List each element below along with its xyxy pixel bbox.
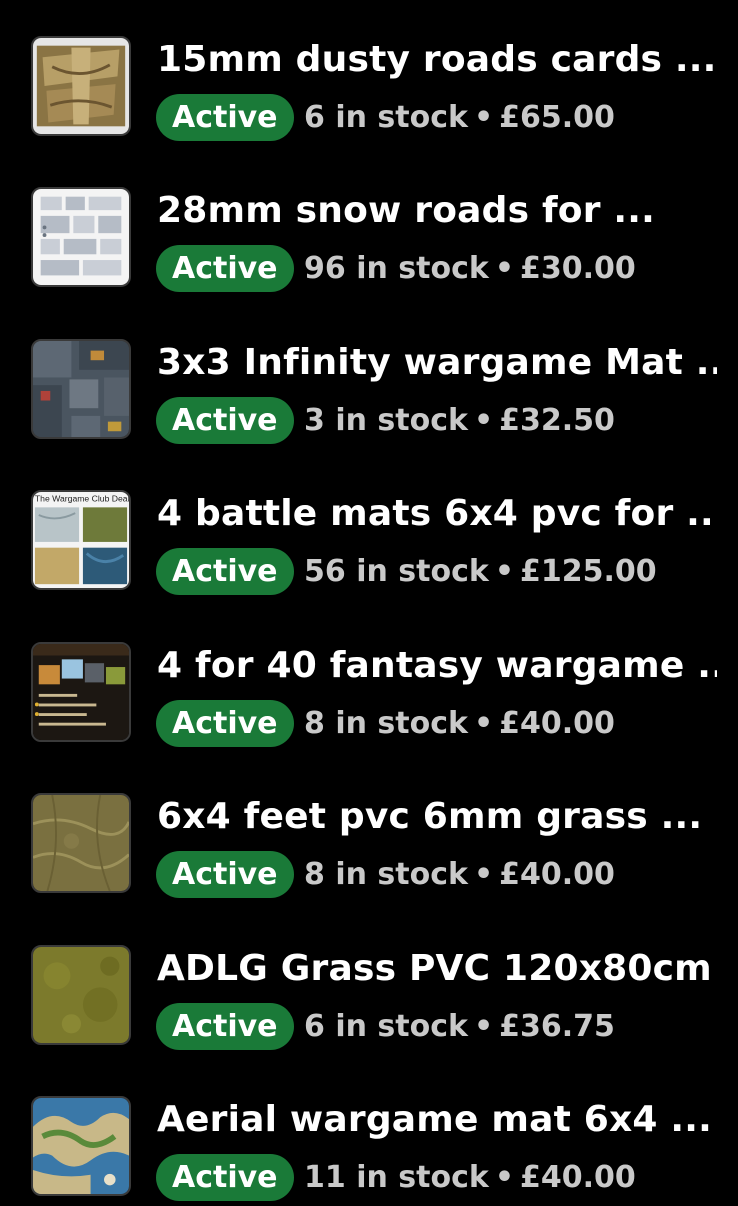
price: £40.00 bbox=[499, 857, 615, 892]
stock-count: 96 in stock bbox=[304, 251, 489, 286]
listing-meta: 8 in stock • £40.00 bbox=[304, 700, 615, 747]
status-badge: Active bbox=[156, 94, 294, 141]
status-badge: Active bbox=[156, 700, 294, 747]
stock-count: 8 in stock bbox=[304, 857, 468, 892]
price: £30.00 bbox=[520, 251, 636, 286]
status-badge: Active bbox=[156, 1154, 294, 1201]
listing-title[interactable]: 28mm snow roads for ... bbox=[157, 189, 717, 233]
snow-roads-image bbox=[33, 189, 129, 285]
listing-row[interactable]: The Wargame Club Deal 4 battle mats 6x4 … bbox=[0, 490, 738, 600]
separator-dot: • bbox=[494, 1160, 515, 1195]
listing-thumbnail[interactable] bbox=[31, 793, 131, 893]
listing-row[interactable]: ADLG Grass PVC 120x80cm Active 6 in stoc… bbox=[0, 945, 738, 1055]
price: £125.00 bbox=[520, 554, 657, 589]
listing-title[interactable]: ADLG Grass PVC 120x80cm bbox=[157, 947, 717, 991]
listing-title[interactable]: 15mm dusty roads cards ... bbox=[157, 38, 717, 82]
thumbnail-caption: The Wargame Club Deal bbox=[35, 494, 129, 504]
listing-row[interactable]: 6x4 feet pvc 6mm grass ... Active 8 in s… bbox=[0, 793, 738, 903]
infinity-city-image bbox=[33, 341, 129, 437]
listing-title[interactable]: 4 for 40 fantasy wargame ... bbox=[157, 644, 717, 688]
listing-thumbnail[interactable] bbox=[31, 187, 131, 287]
separator-dot: • bbox=[494, 554, 515, 589]
separator-dot: • bbox=[494, 251, 515, 286]
price: £40.00 bbox=[520, 1160, 636, 1195]
price: £32.50 bbox=[499, 403, 615, 438]
listing-row[interactable]: 3x3 Infinity wargame Mat ... Active 3 in… bbox=[0, 339, 738, 449]
listing-title[interactable]: 4 battle mats 6x4 pvc for ... bbox=[157, 492, 717, 536]
listing-title[interactable]: Aerial wargame mat 6x4 ... bbox=[157, 1098, 717, 1142]
listing-thumbnail[interactable] bbox=[31, 945, 131, 1045]
fantasy-mats-promo-image bbox=[33, 644, 129, 740]
status-badge: Active bbox=[156, 397, 294, 444]
listing-row[interactable]: 4 for 40 fantasy wargame ... Active 8 in… bbox=[0, 642, 738, 752]
listing-row[interactable]: Aerial wargame mat 6x4 ... Active 11 in … bbox=[0, 1096, 738, 1206]
adlg-grass-image bbox=[33, 947, 129, 1043]
status-badge: Active bbox=[156, 245, 294, 292]
listing-title[interactable]: 6x4 feet pvc 6mm grass ... bbox=[157, 795, 717, 839]
listing-title[interactable]: 3x3 Infinity wargame Mat ... bbox=[157, 341, 717, 385]
stock-count: 11 in stock bbox=[304, 1160, 489, 1195]
grass-mat-image bbox=[33, 795, 129, 891]
aerial-coast-image bbox=[33, 1098, 129, 1194]
status-badge: Active bbox=[156, 1003, 294, 1050]
listing-row[interactable]: 28mm snow roads for ... Active 96 in sto… bbox=[0, 187, 738, 297]
listing-meta: 96 in stock • £30.00 bbox=[304, 245, 636, 292]
listing-thumbnail[interactable] bbox=[31, 36, 131, 136]
listing-thumbnail[interactable] bbox=[31, 339, 131, 439]
stock-count: 6 in stock bbox=[304, 100, 468, 135]
battle-mats-collage-image: The Wargame Club Deal bbox=[33, 492, 129, 588]
listing-meta: 6 in stock • £65.00 bbox=[304, 94, 615, 141]
status-badge: Active bbox=[156, 851, 294, 898]
listing-thumbnail[interactable]: The Wargame Club Deal bbox=[31, 490, 131, 590]
price: £36.75 bbox=[499, 1009, 615, 1044]
separator-dot: • bbox=[473, 403, 494, 438]
listing-meta: 3 in stock • £32.50 bbox=[304, 397, 615, 444]
separator-dot: • bbox=[473, 100, 494, 135]
dusty-roads-image bbox=[33, 38, 129, 134]
price: £40.00 bbox=[499, 706, 615, 741]
listing-meta: 6 in stock • £36.75 bbox=[304, 1003, 615, 1050]
stock-count: 56 in stock bbox=[304, 554, 489, 589]
listing-meta: 11 in stock • £40.00 bbox=[304, 1154, 636, 1201]
status-badge: Active bbox=[156, 548, 294, 595]
listing-row[interactable]: 15mm dusty roads cards ... Active 6 in s… bbox=[0, 36, 738, 146]
stock-count: 6 in stock bbox=[304, 1009, 468, 1044]
listing-meta: 56 in stock • £125.00 bbox=[304, 548, 657, 595]
separator-dot: • bbox=[473, 706, 494, 741]
listing-meta: 8 in stock • £40.00 bbox=[304, 851, 615, 898]
separator-dot: • bbox=[473, 857, 494, 892]
listing-thumbnail[interactable] bbox=[31, 642, 131, 742]
stock-count: 3 in stock bbox=[304, 403, 468, 438]
price: £65.00 bbox=[499, 100, 615, 135]
listing-thumbnail[interactable] bbox=[31, 1096, 131, 1196]
separator-dot: • bbox=[473, 1009, 494, 1044]
stock-count: 8 in stock bbox=[304, 706, 468, 741]
